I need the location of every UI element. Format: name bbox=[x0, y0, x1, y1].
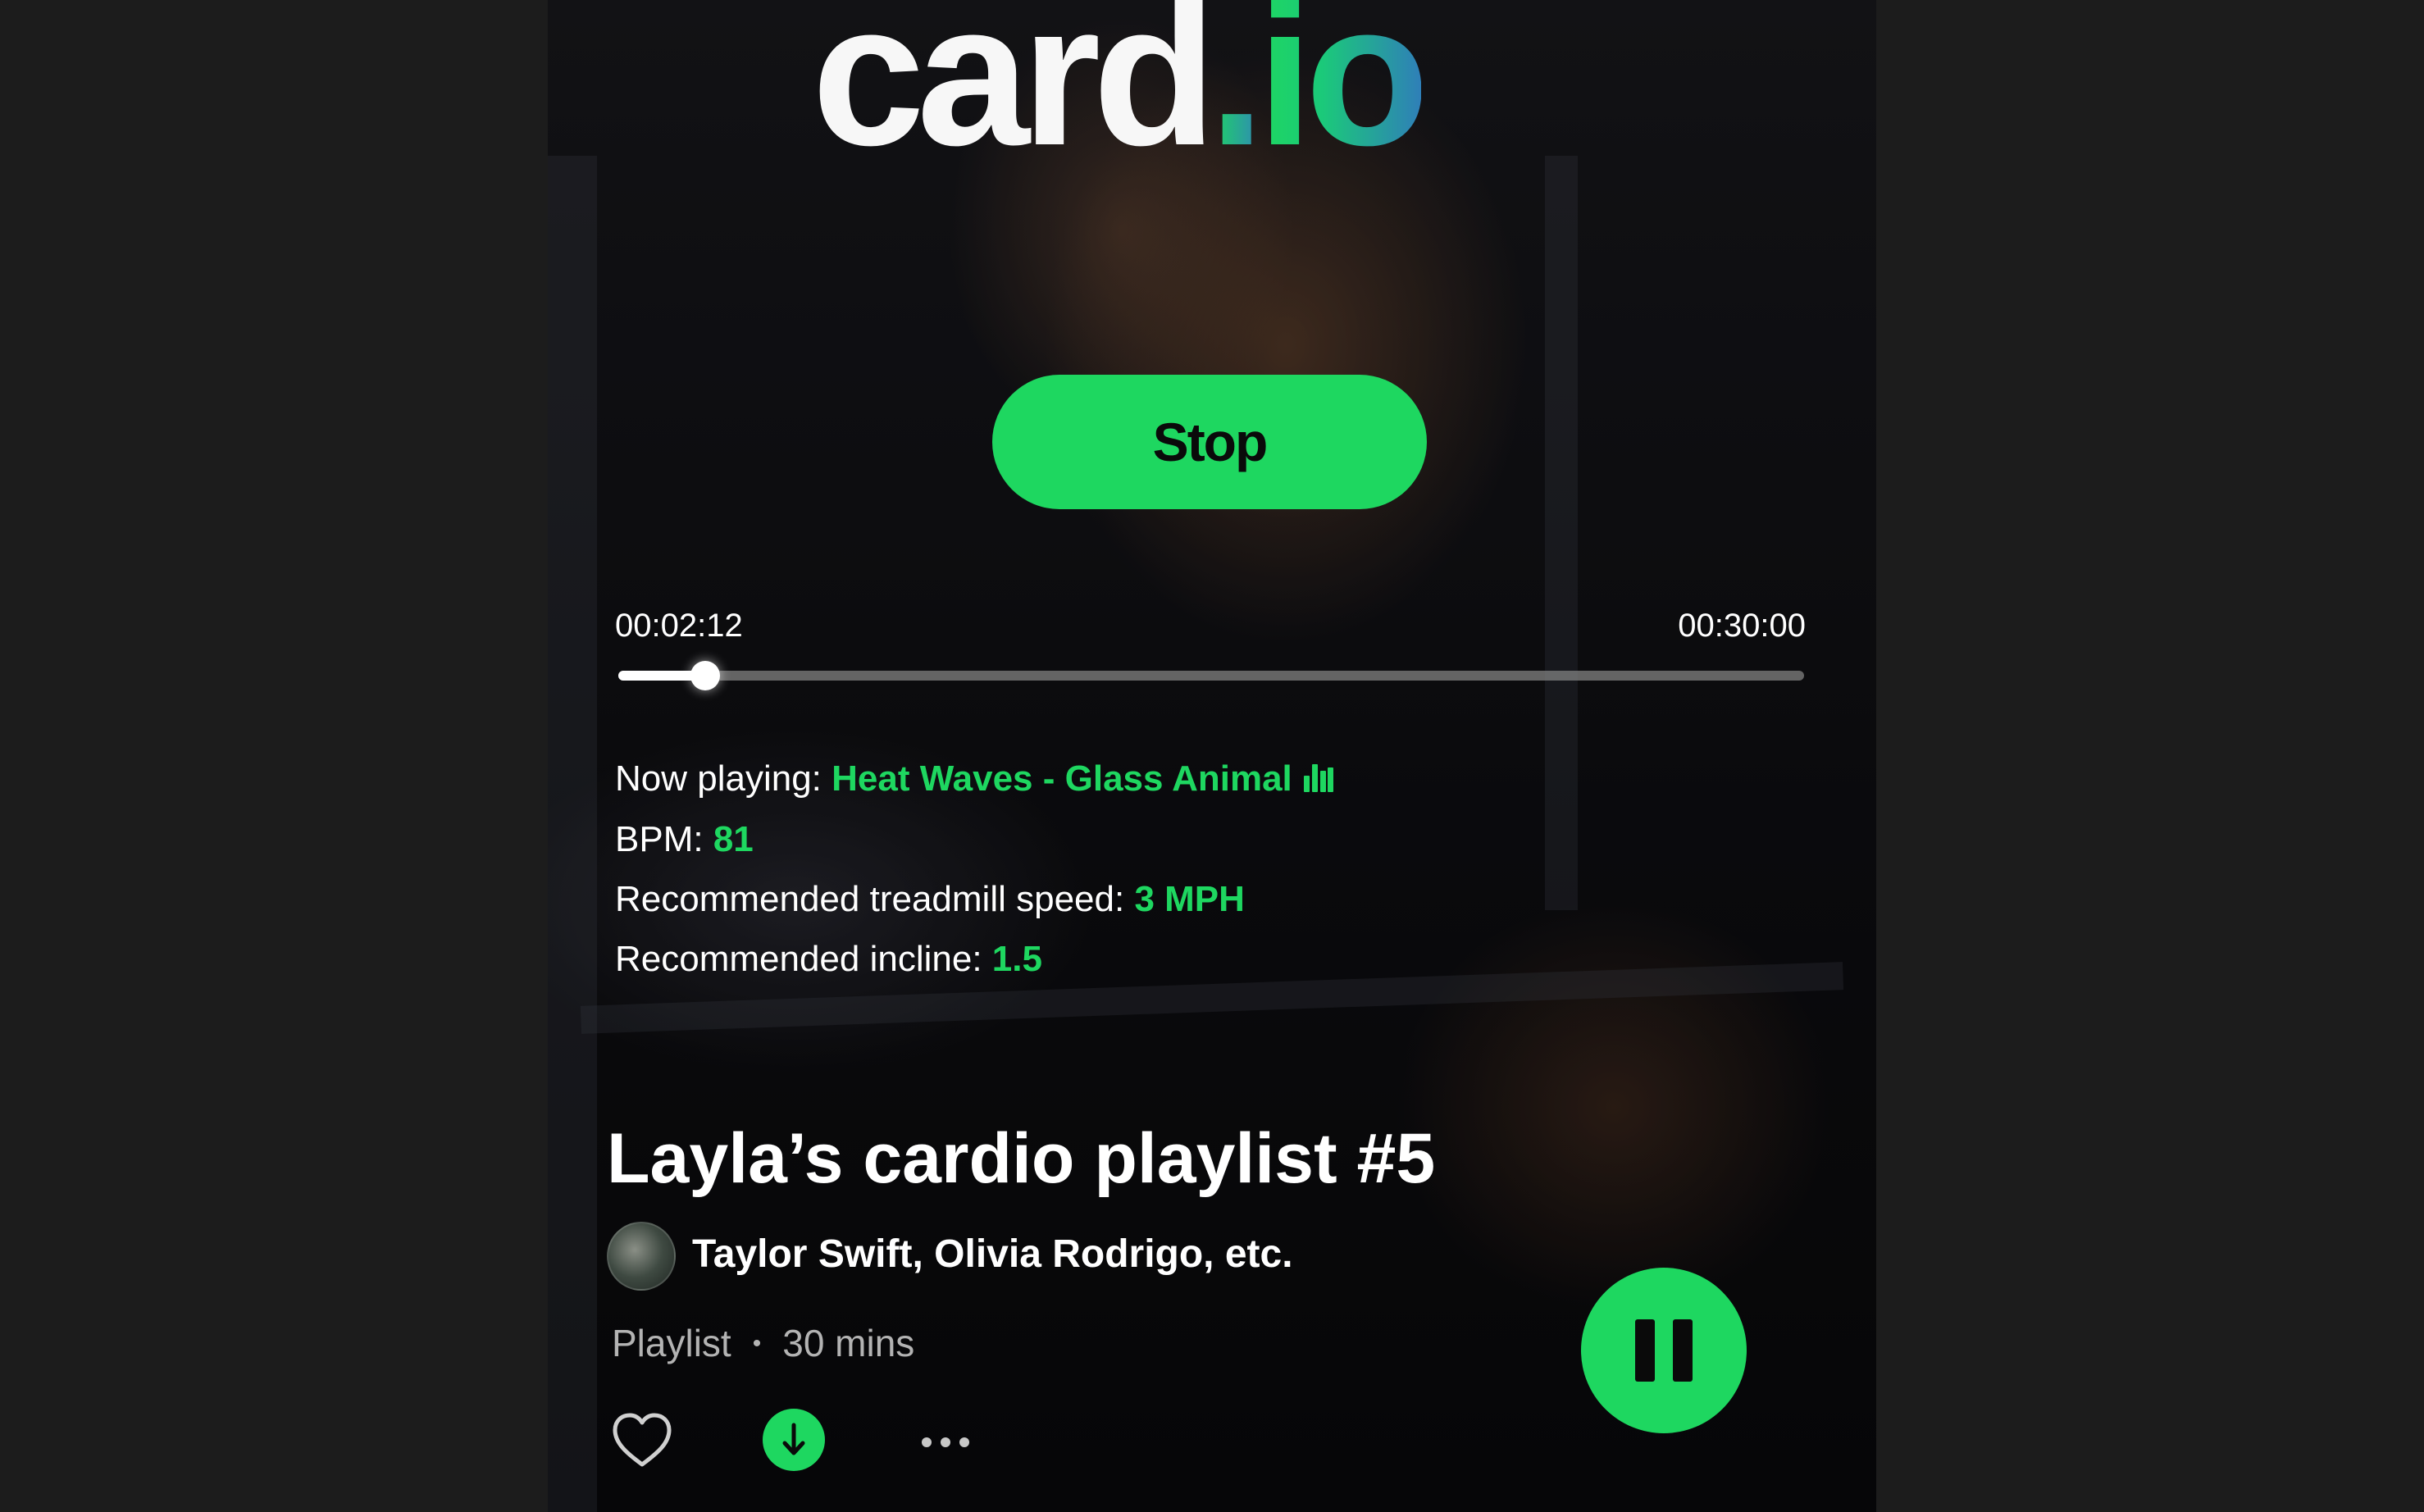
incline-label: Recommended incline: bbox=[615, 939, 982, 979]
elapsed-time: 00:02:12 bbox=[615, 608, 743, 644]
incline-row: Recommended incline: 1.5 bbox=[615, 935, 1042, 984]
total-time: 00:30:00 bbox=[1678, 608, 1806, 644]
incline-value: 1.5 bbox=[991, 939, 1042, 979]
like-button[interactable] bbox=[610, 1409, 674, 1473]
logo-suffix-text: io bbox=[1257, 0, 1429, 188]
stop-button[interactable]: Stop bbox=[992, 375, 1427, 509]
speed-row: Recommended treadmill speed: 3 MPH bbox=[615, 875, 1245, 924]
workout-progress-bar[interactable] bbox=[618, 661, 1804, 690]
pause-button[interactable] bbox=[1581, 1268, 1747, 1433]
more-icon bbox=[922, 1437, 969, 1447]
now-playing-row: Now playing: Heat Waves - Glass Animal bbox=[615, 754, 1333, 804]
logo-dot: . bbox=[1209, 0, 1265, 188]
app-screen: card.io Stop 00:02:12 00:30:00 Now playi… bbox=[548, 0, 1876, 1512]
download-icon bbox=[782, 1423, 805, 1455]
right-margin bbox=[1876, 0, 2424, 1512]
bpm-row: BPM: 81 bbox=[615, 815, 754, 864]
heart-icon bbox=[613, 1413, 672, 1467]
pause-icon bbox=[1635, 1319, 1693, 1382]
now-playing-label: Now playing: bbox=[615, 758, 822, 799]
playlist-title: Layla’s cardio playlist #5 bbox=[607, 1119, 1436, 1198]
left-margin bbox=[0, 0, 548, 1512]
avatar bbox=[607, 1222, 676, 1291]
more-options-button[interactable] bbox=[917, 1422, 974, 1463]
bpm-label: BPM: bbox=[615, 819, 704, 859]
speed-value: 3 MPH bbox=[1134, 879, 1245, 919]
download-button[interactable] bbox=[763, 1409, 825, 1471]
bpm-value: 81 bbox=[713, 819, 754, 859]
meta-separator: • bbox=[752, 1330, 762, 1357]
progress-handle[interactable] bbox=[690, 661, 720, 690]
playlist-duration: 30 mins bbox=[782, 1322, 915, 1364]
playlist-artists[interactable]: Taylor Swift, Olivia Rodrigo, etc. bbox=[692, 1228, 1293, 1281]
logo-main-text: card bbox=[812, 0, 1217, 188]
playlist-type: Playlist bbox=[612, 1322, 731, 1364]
app-logo: card.io bbox=[812, 0, 1632, 175]
speed-label: Recommended treadmill speed: bbox=[615, 879, 1125, 919]
playlist-meta: Playlist • 30 mins bbox=[612, 1318, 914, 1369]
equalizer-bars-icon bbox=[1303, 764, 1333, 792]
now-playing-track: Heat Waves - Glass Animal bbox=[832, 758, 1292, 799]
